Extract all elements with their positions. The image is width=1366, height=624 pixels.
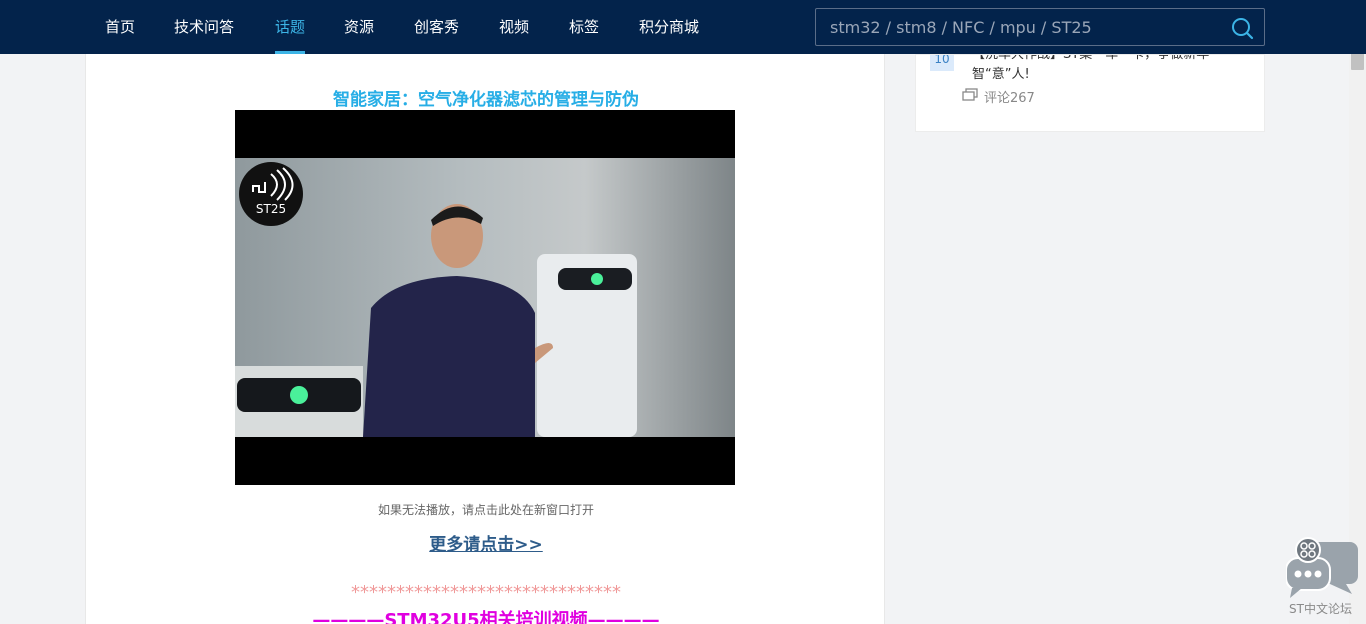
chat-bubble-icon (1285, 537, 1358, 598)
search-box (815, 8, 1265, 46)
search-input[interactable] (816, 9, 1226, 45)
nav-points-mall[interactable]: 积分商城 (639, 0, 699, 54)
hot-topic-title[interactable]: 【洗车大作战】ST集一车一卡，争做新年智“意”人! (972, 55, 1252, 85)
nav-tags[interactable]: 标签 (569, 0, 599, 54)
active-tab-indicator (275, 51, 306, 54)
nav-videos[interactable]: 视频 (499, 0, 529, 54)
chat-widget-label[interactable]: ST中文论坛 (1289, 600, 1352, 617)
video-player[interactable]: ST25 (235, 110, 735, 485)
comment-count: 评论267 (984, 91, 1035, 106)
more-link[interactable]: 更多请点击>> (86, 530, 886, 555)
section-heading: ————STM32U5相关培训视频———— (312, 610, 660, 624)
article-content: 智能家居：空气净化器滤芯的管理与防伪 ST25 如果无法播放，请点击此处在新窗口… (85, 54, 885, 624)
top-navbar: 首页 技术问答 话题 资源 创客秀 视频 标签 积分商城 (0, 0, 1366, 54)
video-fallback-note[interactable]: 如果无法播放，请点击此处在新窗口打开 (86, 501, 886, 518)
st25-logo-text: ST25 (255, 202, 287, 216)
video-frame: ST25 (235, 158, 735, 437)
video-title: 智能家居：空气净化器滤芯的管理与防伪 (333, 90, 639, 110)
decorative-stars: ****************************** (351, 582, 621, 603)
nav-maker-show[interactable]: 创客秀 (414, 0, 459, 54)
st25-logo: ST25 (239, 162, 303, 226)
hot-topic-card: 10 【洗车大作战】ST集一车一卡，争做新年智“意”人! 评论267 (915, 54, 1265, 132)
rank-badge: 10 (930, 55, 954, 71)
nav-topics[interactable]: 话题 (275, 0, 306, 54)
search-icon[interactable] (1230, 15, 1256, 41)
nfc-icon (252, 167, 294, 201)
video-frame-illustration (235, 158, 735, 437)
nav-topics-label: 话题 (275, 18, 306, 36)
nav-tech-qa[interactable]: 技术问答 (174, 0, 234, 54)
comment-icon (962, 88, 978, 101)
nav-resources[interactable]: 资源 (344, 0, 374, 54)
nav-home[interactable]: 首页 (105, 0, 135, 54)
